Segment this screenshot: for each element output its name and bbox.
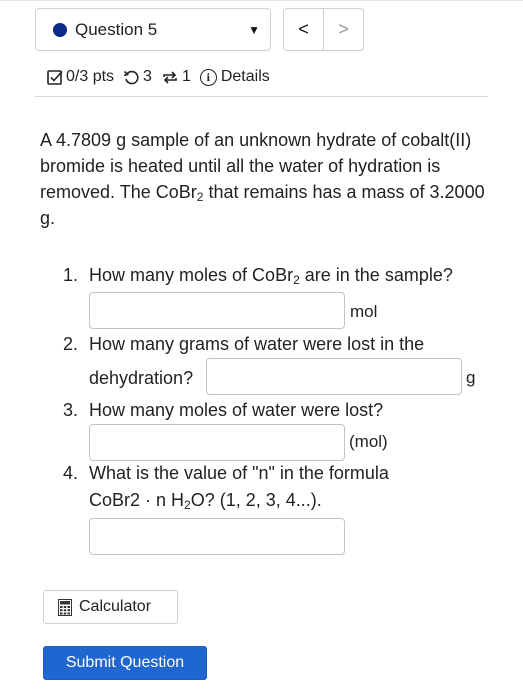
calculator-icon [58, 598, 72, 616]
chevron-right-icon: > [338, 19, 349, 39]
question-2-number: 2. [63, 334, 79, 354]
question-select[interactable]: Question 5 ▼ [35, 8, 271, 51]
question-nav: < > [283, 8, 364, 51]
calculator-label: Calculator [79, 598, 152, 615]
question-4-answer-input[interactable] [89, 518, 345, 555]
question-1-number: 1. [63, 265, 79, 285]
chevron-left-icon: < [298, 19, 309, 39]
question-2-text-line2: dehydration? [89, 368, 194, 388]
status-dot-icon [53, 22, 67, 37]
score-indicator: 0/3 pts [47, 68, 114, 86]
q4-formula-before: CoBr2 · n H [89, 490, 185, 510]
question-3-number: 3. [63, 400, 79, 420]
q1-text-after: are in the sample? [299, 265, 453, 285]
next-question-button[interactable]: > [324, 9, 363, 50]
question-3-unit: (mol) [349, 432, 388, 451]
question-2-unit: g [466, 368, 476, 387]
info-icon: i [199, 68, 217, 86]
submit-question-button[interactable]: Submit Question [43, 646, 207, 680]
question-3-answer-input[interactable] [89, 424, 345, 461]
caret-down-icon: ▼ [248, 22, 260, 37]
q4-formula-subscript: 2 [184, 498, 191, 512]
details-link[interactable]: i Details [199, 68, 270, 86]
question-select-label: Question 5 [75, 19, 158, 39]
prev-question-button[interactable]: < [284, 9, 324, 50]
details-label: Details [220, 68, 270, 85]
question-4-number: 4. [63, 463, 79, 483]
divider [35, 96, 488, 97]
question-1-unit: mol [350, 302, 378, 321]
repeat-icon [161, 69, 179, 86]
top-border [0, 0, 523, 1]
q1-subscript: 2 [293, 273, 300, 287]
retries-count: 3 [143, 68, 152, 85]
question-2-text-line1: How many grams of water were lost in the [89, 334, 425, 354]
checkbox-icon [47, 69, 63, 85]
question-2-answer-input[interactable] [206, 358, 462, 395]
attempts-count: 1 [181, 68, 191, 85]
retries-indicator: 3 [123, 68, 152, 86]
question-4-text-line1: What is the value of "n" in the formula [89, 463, 389, 483]
retry-icon [123, 69, 140, 86]
question-3-text: How many moles of water were lost? [89, 400, 384, 420]
problem-statement: A 4.7809 g sample of an unknown hydrate … [40, 127, 490, 231]
question-4-text-line2: CoBr2 · n H2O? (1, 2, 3, 4...). [89, 487, 322, 513]
calculator-button[interactable]: Calculator [43, 590, 178, 624]
question-meta: 0/3 pts 3 1 i Details [47, 66, 279, 88]
score-text: 0/3 pts [66, 68, 115, 85]
q1-text-before: How many moles of CoBr [89, 265, 294, 285]
attempts-indicator: 1 [161, 68, 191, 86]
q4-formula-after: O? (1, 2, 3, 4...). [190, 490, 322, 510]
question-1-text: How many moles of CoBr2 are in the sampl… [89, 262, 453, 288]
question-1-answer-input[interactable] [89, 292, 345, 329]
